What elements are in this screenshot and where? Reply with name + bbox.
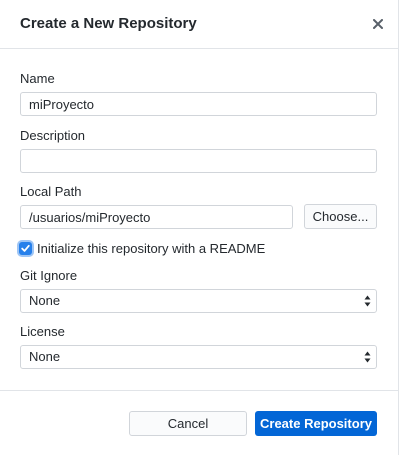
git-ignore-label: Git Ignore [20, 268, 78, 283]
license-label: License [20, 324, 65, 339]
create-repository-button[interactable]: Create Repository [255, 411, 377, 436]
dialog-title: Create a New Repository [20, 15, 197, 32]
updown-arrows-icon [364, 351, 371, 363]
cancel-button[interactable]: Cancel [129, 411, 247, 436]
dialog-header: Create a New Repository [0, 0, 398, 49]
choose-path-button[interactable]: Choose... [304, 204, 377, 229]
name-input[interactable] [20, 92, 377, 116]
local-path-input[interactable] [20, 205, 293, 229]
checkmark-icon [21, 244, 30, 252]
close-icon [373, 19, 383, 29]
readme-checkbox[interactable] [19, 241, 32, 255]
name-label: Name [20, 71, 55, 86]
license-selected-value: None [29, 349, 61, 364]
updown-arrows-icon [364, 295, 371, 307]
readme-checkbox-label: Initialize this repository with a README [37, 240, 266, 256]
readme-checkbox-row: Initialize this repository with a README [19, 240, 265, 256]
close-button[interactable] [368, 12, 388, 36]
description-label: Description [20, 128, 86, 143]
git-ignore-select[interactable]: None [20, 289, 377, 313]
license-select[interactable]: None [20, 345, 377, 369]
local-path-label: Local Path [20, 184, 82, 199]
git-ignore-selected-value: None [29, 293, 61, 308]
create-repository-dialog: Create a New Repository Name Description… [0, 0, 399, 455]
description-input[interactable] [20, 149, 377, 173]
